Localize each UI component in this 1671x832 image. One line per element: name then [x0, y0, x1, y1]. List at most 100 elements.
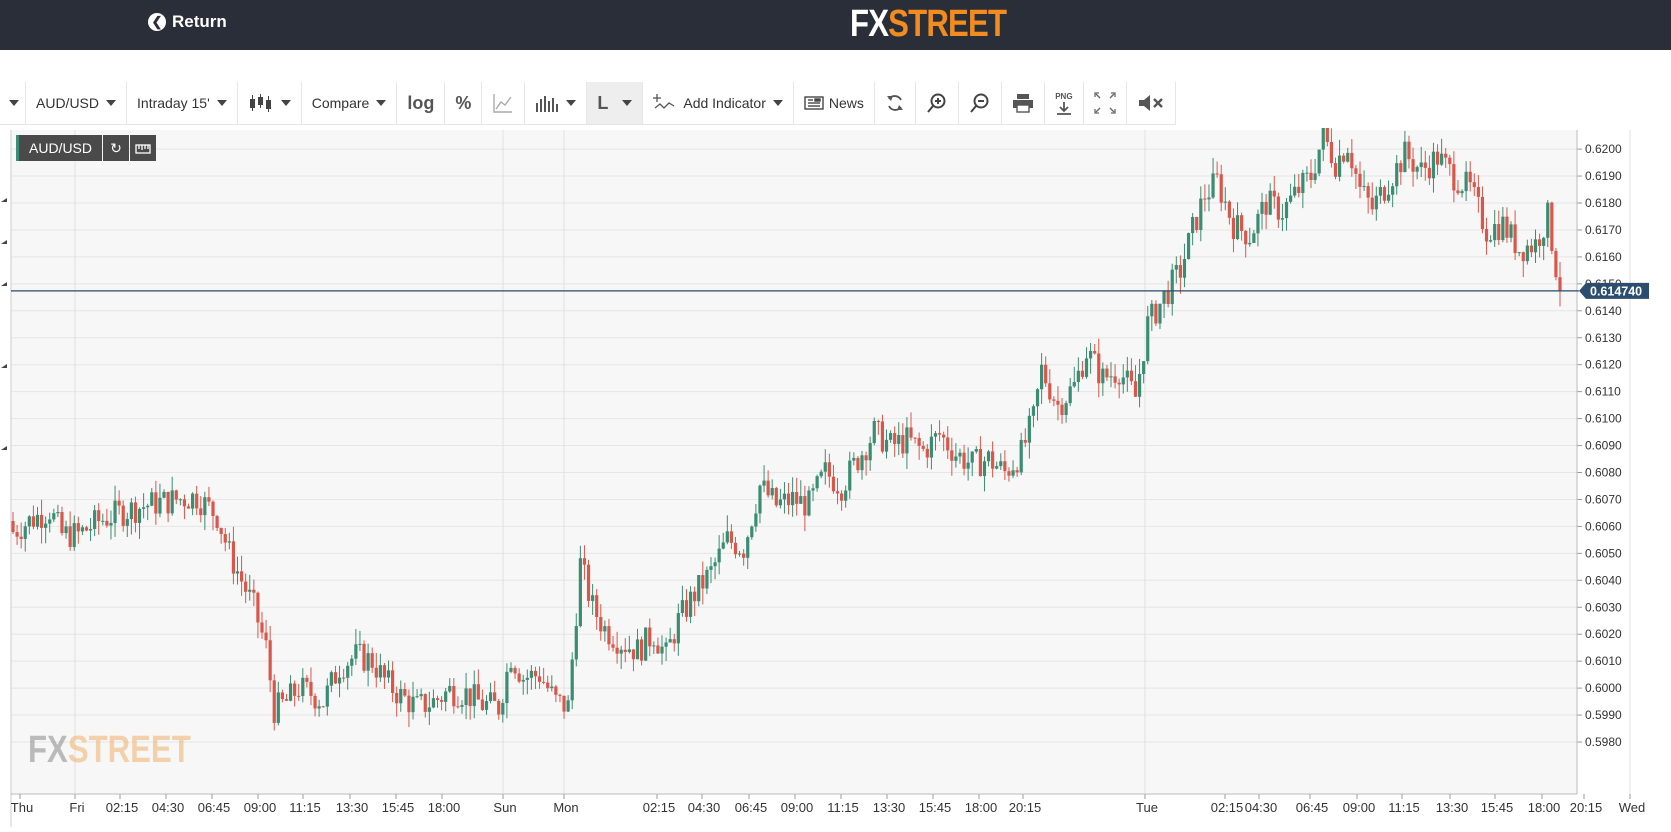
refresh-button[interactable] [874, 82, 916, 124]
symbol-badge: AUD/USD ↻ [16, 135, 157, 161]
chevron-down-icon [280, 100, 291, 106]
current-price-label: 0.614740 [1590, 284, 1642, 298]
y-tick-label: 0.5990 [1585, 708, 1622, 722]
candle [1186, 232, 1191, 260]
volume-selector[interactable] [525, 82, 588, 124]
symbol-selector[interactable]: AUD/USD [26, 82, 128, 124]
download-icon [1056, 101, 1071, 115]
x-tick-label: 11:15 [827, 800, 859, 815]
candle [807, 486, 811, 517]
candlestick-chart-svg[interactable]: 0.62000.61900.61800.61700.61600.61500.61… [0, 116, 1671, 827]
y-tick-label: 0.6060 [1585, 519, 1622, 533]
x-tick-label: Thu [11, 800, 33, 815]
interval-selector[interactable]: Intraday 15' [127, 82, 238, 124]
percent-label: % [455, 92, 472, 113]
chevron-down-icon [216, 100, 227, 106]
news-label: News [828, 95, 864, 111]
y-tick-label: 0.6170 [1585, 223, 1622, 237]
drawing-tool-button[interactable] [482, 82, 526, 124]
mute-speaker-icon [1138, 95, 1163, 111]
y-tick-label: 0.6090 [1585, 439, 1622, 453]
badge-symbol: AUD/USD [16, 135, 103, 161]
fullscreen-button[interactable] [1083, 82, 1127, 124]
log-scale-button[interactable]: log [397, 82, 446, 124]
x-tick-label: 15:45 [382, 800, 415, 815]
candlestick-icon [249, 94, 271, 112]
printer-icon [1012, 94, 1033, 113]
y-tick-label: 0.6120 [1585, 358, 1622, 372]
chevron-left-icon: ❮ [148, 13, 166, 31]
refresh-icon [886, 95, 903, 111]
x-tick-label: Tue [1136, 800, 1158, 815]
x-tick-label: Fri [69, 800, 84, 815]
percent-scale-button[interactable]: % [445, 82, 483, 124]
fxstreet-logo[interactable]: FXSTREET [850, 2, 1007, 46]
compare-selector[interactable]: Compare [301, 82, 398, 124]
y-tick-label: 0.6070 [1585, 492, 1622, 506]
y-tick-label: 0.6030 [1585, 600, 1622, 614]
y-tick-label: 0.5980 [1585, 735, 1622, 749]
news-button[interactable]: News [793, 82, 875, 124]
return-label: Return [172, 12, 227, 31]
chevron-down-icon [9, 100, 19, 106]
x-tick-label: 18:00 [965, 800, 998, 815]
symbol-label: AUD/USD [36, 95, 100, 111]
png-label: PNG [1055, 91, 1073, 101]
line-tool-selector[interactable]: L [587, 82, 644, 124]
y-tick-label: 0.6040 [1585, 573, 1622, 587]
interval-label: Intraday 15' [137, 95, 210, 111]
return-button[interactable]: ❮ Return [148, 12, 227, 32]
log-label: log [407, 92, 435, 113]
chart-type-selector[interactable] [237, 82, 302, 124]
menu-dropdown[interactable] [0, 82, 26, 124]
y-tick-label: 0.6110 [1585, 385, 1621, 399]
mute-button[interactable] [1126, 82, 1176, 124]
x-tick-label: 11:15 [289, 800, 321, 815]
x-tick-label: Sun [493, 800, 516, 815]
candle [1317, 149, 1321, 177]
x-tick-label: 15:45 [919, 800, 952, 815]
logo-fx: FX [850, 3, 889, 45]
ruler-icon[interactable] [130, 135, 157, 161]
y-tick-label: 0.6130 [1585, 331, 1622, 345]
print-button[interactable] [1001, 82, 1045, 124]
reload-series-icon[interactable]: ↻ [103, 135, 130, 161]
x-tick-label: 09:00 [244, 800, 277, 815]
add-indicator-selector[interactable]: Add Indicator [643, 82, 794, 124]
candle [1550, 201, 1554, 255]
candle [644, 627, 648, 661]
x-tick-label: 09:00 [1343, 800, 1376, 815]
zoom-out-icon [970, 93, 989, 113]
y-tick-label: 0.6050 [1585, 546, 1622, 560]
zoom-in-button[interactable] [915, 82, 959, 124]
candle [362, 640, 366, 673]
chart-toolbar: AUD/USD Intraday 15' Compare log % L Add… [0, 82, 1176, 125]
chevron-down-icon [106, 100, 117, 106]
x-tick-label: 20:15 [1570, 800, 1603, 815]
x-tick-label: 18:00 [1528, 800, 1561, 815]
zoom-out-button[interactable] [958, 82, 1002, 124]
x-tick-label: 06:45 [198, 800, 231, 815]
x-tick-label: 02:15 [106, 800, 139, 815]
export-png-button[interactable]: PNG [1044, 82, 1084, 124]
chevron-down-icon [376, 100, 387, 106]
indicator-icon [653, 94, 675, 109]
fullscreen-icon [1094, 92, 1116, 114]
x-tick-label: 11:15 [1388, 800, 1420, 815]
line-tool-label: L [597, 92, 609, 113]
x-tick-label: 02:15 [643, 800, 676, 815]
y-tick-label: 0.6180 [1585, 196, 1622, 210]
newspaper-icon [804, 96, 824, 110]
chevron-down-icon [566, 100, 577, 106]
price-chart[interactable]: 0.62000.61900.61800.61700.61600.61500.61… [0, 116, 1671, 827]
y-tick-label: 0.6020 [1585, 627, 1622, 641]
y-tick-label: 0.6100 [1585, 412, 1622, 426]
chevron-down-icon [772, 100, 783, 106]
top-header-bar: ❮ Return FXSTREET [0, 0, 1671, 50]
y-tick-label: 0.6080 [1585, 466, 1622, 480]
candle [586, 559, 591, 608]
x-tick-label: 06:45 [735, 800, 768, 815]
line-chart-icon [493, 94, 513, 113]
candle [872, 417, 876, 446]
logo-street: STREET [888, 3, 1007, 45]
